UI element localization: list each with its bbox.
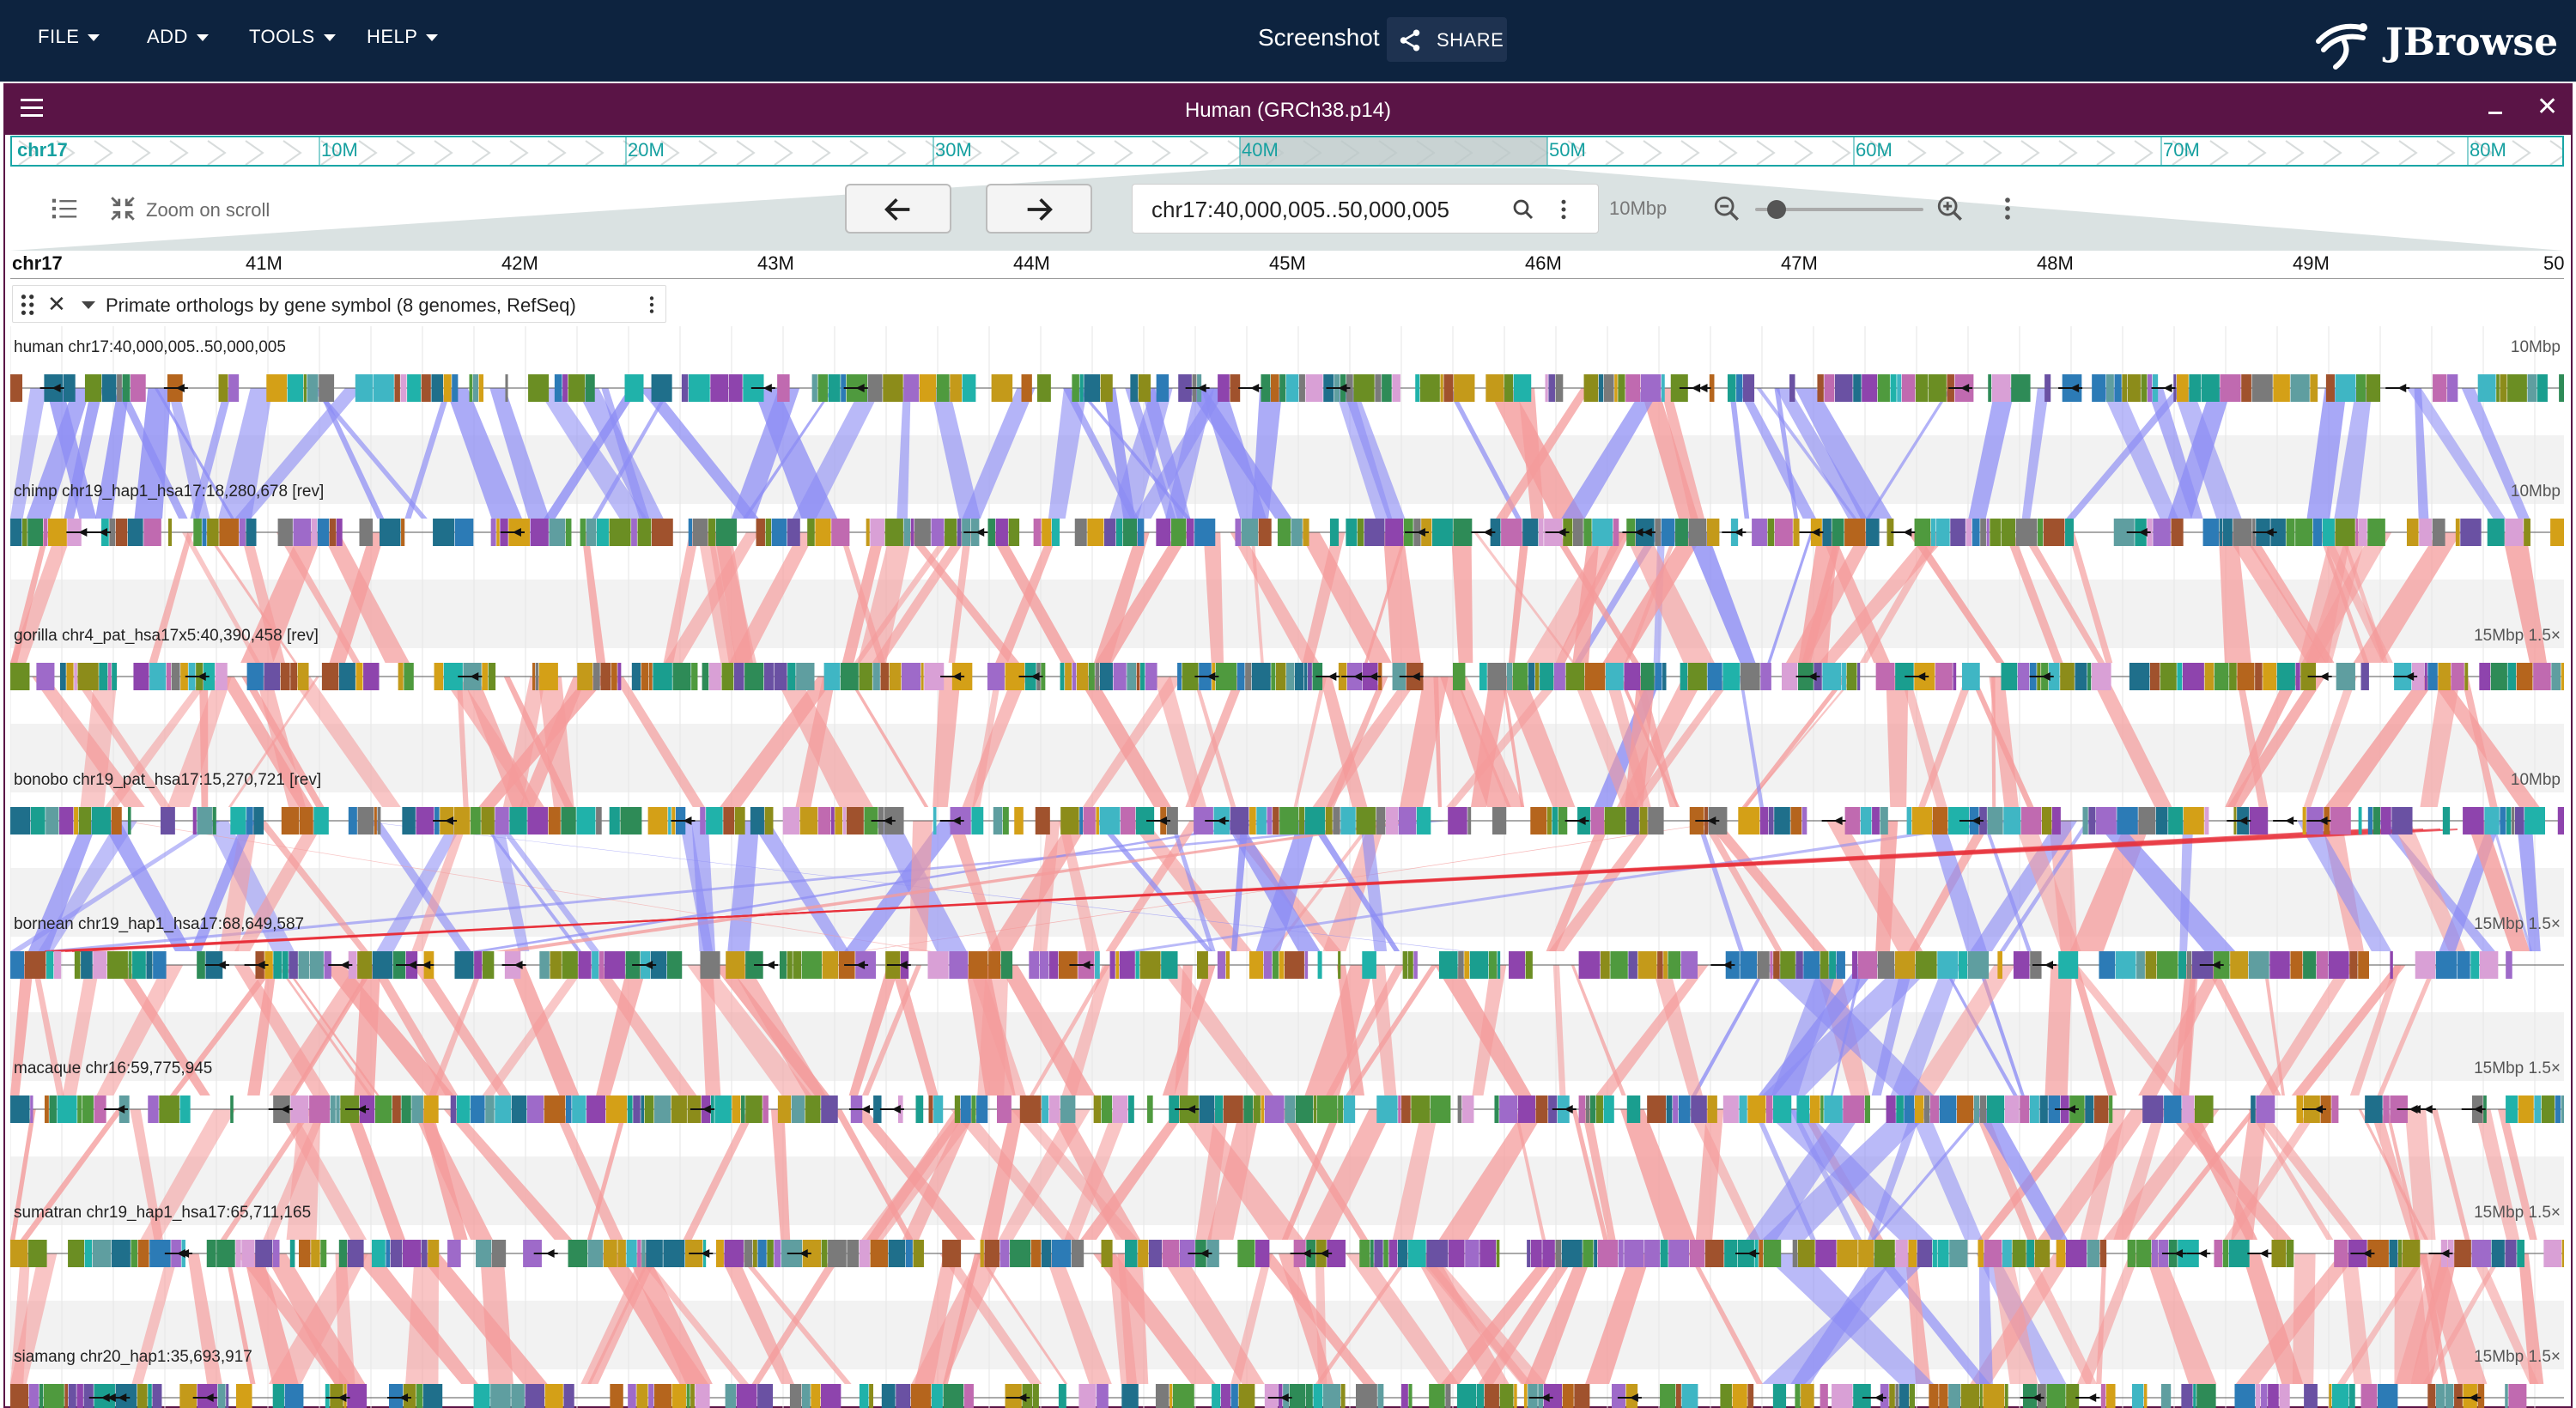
gene-track-row — [10, 1095, 2564, 1123]
close-view-icon[interactable]: ✕ — [2537, 94, 2558, 120]
view-toolbar: Zoom on scroll 10Mbp — [10, 168, 2564, 251]
track-name: Primate orthologs by gene symbol (8 geno… — [106, 294, 576, 316]
ruler-tick-label: 41M — [246, 252, 283, 274]
bp-per-view: 10Mbp — [1609, 197, 1668, 219]
gene-track-row — [10, 807, 2564, 834]
genome-scale-gorilla: 15Mbp 1.5× — [2474, 627, 2561, 645]
gene-track-row — [10, 663, 2564, 690]
zoom-out-icon[interactable] — [1712, 194, 1741, 223]
minimize-icon[interactable] — [2487, 97, 2504, 114]
overview-tick-label: 70M — [2163, 139, 2200, 161]
genome-label-chimp: chimp chr19_hap1_hsa17:18,280,678 [rev] — [14, 482, 325, 501]
search-icon[interactable] — [1510, 197, 1536, 222]
close-track-icon[interactable]: ✕ — [47, 291, 66, 318]
pan-left-button[interactable] — [845, 184, 951, 234]
genome-scale-chimp: 10Mbp — [2510, 482, 2561, 501]
overview-scalebar[interactable]: chr17 10M 20M 30M 40M 50M 60M 70M 80M — [10, 136, 2564, 167]
more-vert-icon[interactable] — [1555, 197, 1572, 222]
help-menu-label: HELP — [367, 26, 418, 47]
genome-scale-bornean: 15Mbp 1.5× — [2474, 915, 2561, 933]
share-button[interactable]: SHARE — [1387, 17, 1507, 62]
gene-track-row — [10, 374, 2564, 402]
jbrowse-logo-icon — [2316, 23, 2367, 70]
track-label: ✕ Primate orthologs by gene symbol (8 ge… — [12, 285, 666, 323]
add-menu-label: ADD — [147, 26, 188, 47]
genome-scale-sumatran: 15Mbp 1.5× — [2474, 1204, 2561, 1222]
ruler-scalebar[interactable]: chr17 41M 42M 43M 44M 45M 46M 47M 48M 49… — [10, 251, 2564, 279]
genome-scale-macaque: 15Mbp 1.5× — [2474, 1059, 2561, 1077]
caret-down-icon — [323, 34, 336, 42]
genome-label-gorilla: gorilla chr4_pat_hsa17x5:40,390,458 [rev… — [14, 627, 319, 645]
overview-tick-label: 40M — [1242, 139, 1279, 161]
logo-text: JBrowse — [2385, 21, 2559, 64]
genome-label-siamang: siamang chr20_hap1:35,693,917 — [14, 1348, 252, 1366]
ruler-tick-label: 47M — [1781, 252, 1818, 274]
genome-label-bonobo: bonobo chr19_pat_hsa17:15,270,721 [rev] — [14, 771, 322, 789]
ruler-tick-label: 48M — [2037, 252, 2074, 274]
add-menu[interactable]: ADD — [147, 26, 209, 48]
file-menu[interactable]: FILE — [38, 26, 100, 48]
file-menu-label: FILE — [38, 26, 80, 47]
overview-tick-label: 20M — [628, 139, 665, 161]
genome-scale-bonobo: 10Mbp — [2510, 771, 2561, 789]
track-selector-icon[interactable] — [50, 194, 79, 223]
ruler-tick-label: 45M — [1269, 252, 1306, 274]
caret-down-icon — [88, 34, 100, 42]
overview-tick-label: 60M — [1856, 139, 1893, 161]
ruler-tick-label: 43M — [757, 252, 794, 274]
location-input[interactable] — [1150, 193, 1497, 226]
ruler-tick-label: 50 — [2543, 252, 2565, 274]
gene-track-row — [10, 951, 2564, 979]
genome-label-sumatran: sumatran chr19_hap1_hsa17:65,711,165 — [14, 1204, 312, 1222]
arrow-left-icon — [884, 198, 910, 221]
pan-right-button[interactable] — [986, 184, 1092, 234]
ruler-tick-label: 46M — [1525, 252, 1562, 274]
overview-selection[interactable] — [1240, 137, 1547, 167]
genome-scale-human: 10Mbp — [2510, 338, 2561, 356]
view-header: Human (GRCh38.p14) ✕ — [5, 85, 2571, 135]
share-label: SHARE — [1437, 29, 1504, 51]
ruler-chrom-label: chr17 — [12, 252, 63, 274]
overview-tick-label: 50M — [1549, 139, 1586, 161]
overview-tick-label: 80M — [2470, 139, 2506, 161]
synteny-canvas[interactable] — [10, 326, 2564, 1408]
overview-tick-label: 30M — [935, 139, 972, 161]
drag-handle-icon[interactable] — [20, 294, 37, 316]
share-icon — [1400, 29, 1420, 52]
ruler-tick-label: 49M — [2293, 252, 2330, 274]
jbrowse-logo: JBrowse — [2310, 15, 2567, 70]
zoom-slider-thumb[interactable] — [1767, 200, 1786, 219]
help-menu[interactable]: HELP — [367, 26, 439, 48]
gene-track-row — [10, 519, 2564, 546]
caret-down-icon — [426, 34, 439, 42]
location-search-box[interactable] — [1132, 184, 1599, 234]
genome-label-macaque: macaque chr16:59,775,945 — [14, 1059, 213, 1077]
caret-down-icon — [196, 34, 209, 42]
zoom-on-scroll-icon[interactable] — [108, 194, 137, 223]
arrow-right-icon — [1027, 198, 1053, 221]
ruler-tick-label: 42M — [501, 252, 538, 274]
genome-label-bornean: bornean chr19_hap1_hsa17:68,649,587 — [14, 915, 305, 933]
zoom-in-icon[interactable] — [1935, 194, 1965, 223]
track-menu-caret-icon[interactable] — [82, 301, 95, 309]
overview-tick-label: 10M — [321, 139, 358, 161]
zoom-slider[interactable] — [1755, 198, 1923, 221]
view-title[interactable]: Human (GRCh38.p14) — [5, 99, 2571, 123]
view-options-icon[interactable] — [2001, 194, 2014, 223]
gene-track-row — [10, 1384, 2564, 1408]
ruler-tick-label: 44M — [1013, 252, 1050, 274]
tools-menu[interactable]: TOOLS — [249, 26, 336, 48]
track-options-icon[interactable] — [647, 294, 657, 316]
genome-label-human: human chr17:40,000,005..50,000,005 — [14, 338, 286, 356]
zoom-on-scroll-label[interactable]: Zoom on scroll — [146, 199, 270, 222]
overview-chrom-label: chr17 — [17, 139, 68, 161]
tools-menu-label: TOOLS — [249, 26, 315, 47]
session-name[interactable]: Screenshot — [1258, 24, 1380, 52]
genome-scale-siamang: 15Mbp 1.5× — [2474, 1348, 2561, 1366]
app-bar: FILE ADD TOOLS HELP Screenshot SHARE JBr… — [0, 0, 2576, 82]
